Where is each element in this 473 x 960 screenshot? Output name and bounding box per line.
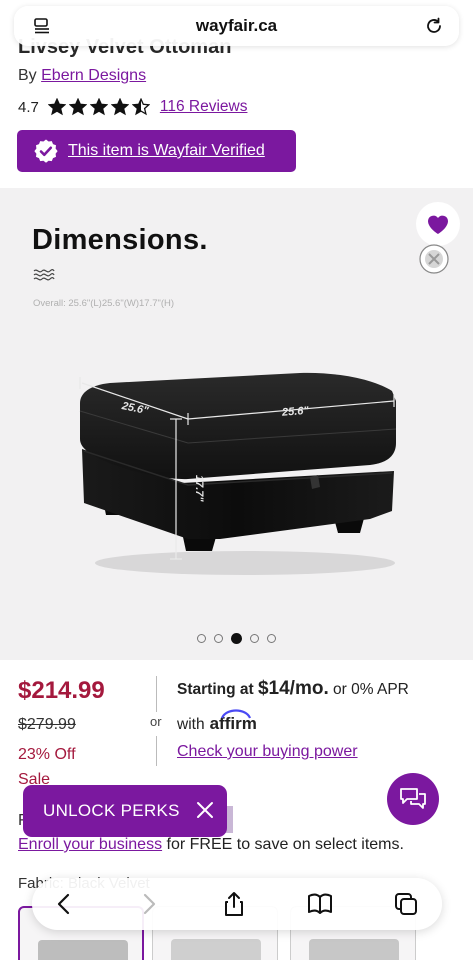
carousel-dot[interactable] [231,633,242,644]
carousel-dot[interactable] [197,634,206,643]
star-icon [68,98,87,116]
ottoman-product-image: 25.6" 25.6" 17.7" [79,372,397,575]
width-dimension-label: 25.6" [281,405,310,419]
overall-dimensions: Overall: 25.6"(L)25.6"(W)17.7"(H) [33,298,175,309]
chat-button[interactable] [387,773,439,825]
affirm-line: with affirm [177,709,257,734]
carousel-dot[interactable] [214,634,223,643]
carousel-dots[interactable] [0,633,473,644]
or-label: or [150,714,162,729]
carousel-dot[interactable] [250,634,259,643]
brand-link[interactable]: Ebern Designs [41,67,146,84]
apr-text: or 0% APR [333,681,409,698]
price-divider-bottom [156,736,157,766]
back-icon[interactable] [50,890,78,918]
browser-address-bar: wayfair.ca [0,0,473,60]
with-label: with [177,716,205,733]
byline: By Ebern Designs [18,67,146,85]
reviews-link[interactable]: 116 Reviews [160,98,248,116]
share-icon[interactable] [220,890,248,918]
unlock-perks-label: UNLOCK PERKS [43,801,180,820]
affirm-arc-icon [220,709,251,719]
rating-value: 4.7 [18,98,39,116]
forward-icon[interactable] [135,890,163,918]
sale-price: $214.99 [18,677,105,704]
byline-prefix: By [18,67,37,84]
close-icon[interactable] [195,800,215,820]
url-text[interactable]: wayfair.ca [14,16,459,36]
reload-icon[interactable] [423,15,445,37]
starting-at-label: Starting at [177,681,254,698]
verified-label: This item is Wayfair Verified [68,142,265,159]
unlock-perks-banner[interactable]: UNLOCK PERKS [23,785,227,837]
verified-check-icon [34,139,58,163]
discount-percent: 23% Off [18,746,76,763]
star-icon [89,98,108,116]
address-field[interactable]: wayfair.ca [14,6,459,46]
enroll-business-link[interactable]: Enroll your business [18,836,162,853]
fabric-waves-icon [33,269,55,281]
enroll-rest-text: for FREE to save on select items. [162,836,404,853]
affirm-logo: affirm [210,709,257,734]
product-image-gallery[interactable]: Dimensions. Overall: 25.6"(L)25.6"(W)17.… [0,188,473,660]
star-icon [110,98,129,116]
original-price: $279.99 [18,716,76,733]
dimensions-heading: Dimensions. [32,224,208,256]
business-enroll-text: Enroll your business for FREE to save on… [18,836,404,854]
star-icon [47,98,66,116]
rating-row: 4.7 116 Reviews [18,96,247,118]
favorite-heart-button[interactable] [414,200,462,278]
price-divider-top [156,676,157,712]
financing-line: Starting at $14/mo. or 0% APR [177,678,409,700]
monthly-amount: $14/mo. [257,678,329,699]
browser-toolbar [32,878,442,930]
star-rating [47,98,150,116]
tabs-icon[interactable] [392,890,420,918]
bookmarks-icon[interactable] [306,890,334,918]
height-dimension-label: 17.7" [193,475,205,502]
star-icon [131,98,150,116]
chat-bubbles-icon [400,788,426,809]
check-buying-power-link[interactable]: Check your buying power [177,743,358,761]
wayfair-verified-badge[interactable]: This item is Wayfair Verified [17,130,296,172]
carousel-dot[interactable] [267,634,276,643]
